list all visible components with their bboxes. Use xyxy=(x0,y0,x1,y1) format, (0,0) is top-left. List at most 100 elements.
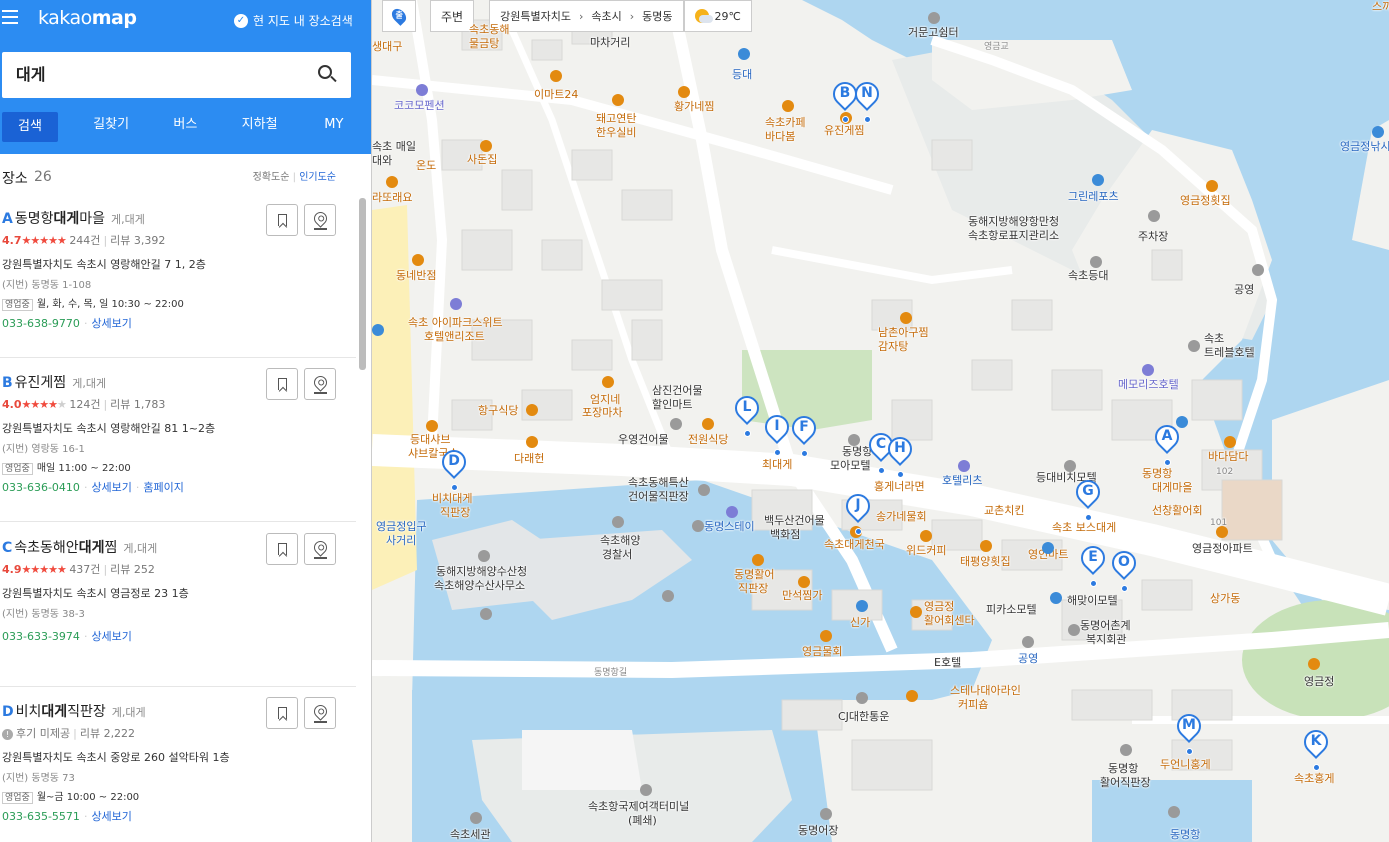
map-label[interactable]: 바다봄 xyxy=(765,130,795,144)
map-label[interactable]: 다래헌 xyxy=(514,452,544,466)
map-label[interactable]: 영금정아파트 xyxy=(1192,542,1253,556)
poi-icon[interactable] xyxy=(1252,264,1264,276)
poi-icon[interactable] xyxy=(1120,744,1132,756)
poi-icon[interactable] xyxy=(526,436,538,448)
review-label[interactable]: 리뷰 3,392 xyxy=(110,234,165,247)
poi-icon[interactable] xyxy=(958,460,970,472)
poi-icon[interactable] xyxy=(662,590,674,602)
map-label[interactable]: 사거리 xyxy=(386,534,416,548)
map-label[interactable]: 할인마트 xyxy=(652,398,692,412)
map-label[interactable]: 속초 xyxy=(1204,332,1224,346)
place-name[interactable]: D 비치대게직판장 게,대게 xyxy=(2,701,146,721)
review-count[interactable]: 244건 xyxy=(69,234,100,247)
map-label[interactable]: 만석찜가 xyxy=(782,589,822,603)
map-label[interactable]: 피카소모텔 xyxy=(986,603,1037,617)
poi-icon[interactable] xyxy=(612,94,624,106)
poi-icon[interactable] xyxy=(906,690,918,702)
crumb-dong[interactable]: 동명동 xyxy=(642,8,672,24)
homepage-link[interactable]: 홈페이지 xyxy=(143,481,183,494)
poi-icon[interactable] xyxy=(1216,526,1228,538)
poi-icon[interactable] xyxy=(470,812,482,824)
map-label[interactable]: 동명스테이 xyxy=(704,520,755,534)
map-label[interactable]: 온도 xyxy=(416,159,436,173)
map-label[interactable]: 유진게찜 xyxy=(824,124,864,138)
map-label[interactable]: 대와 xyxy=(372,154,392,168)
map-pin-k[interactable]: K xyxy=(1299,725,1333,771)
weather-widget[interactable]: 29℃ xyxy=(683,0,752,32)
poi-icon[interactable] xyxy=(856,600,868,612)
map-label[interactable]: (폐쇄) xyxy=(628,814,657,828)
result-item[interactable]: D 비치대게직판장 게,대게! 후기 미제공 | 리뷰 2,222 강원특별자치도 속초시 … xyxy=(0,687,356,842)
map-label[interactable]: 포장마차 xyxy=(582,406,622,420)
map-label[interactable]: 해맞이모텔 xyxy=(1067,594,1118,608)
map-label[interactable]: 송가네물회 xyxy=(876,510,927,524)
poi-icon[interactable] xyxy=(426,420,438,432)
map-label[interactable]: 속초동해특산 xyxy=(628,476,689,490)
map-label[interactable]: 속초카페 xyxy=(765,116,805,130)
poi-icon[interactable] xyxy=(798,576,810,588)
map-label[interactable]: 동명항 xyxy=(1170,828,1200,842)
map-label[interactable]: 백두산건어물 xyxy=(764,514,825,528)
map-pin-f[interactable]: F xyxy=(787,411,821,457)
poi-icon[interactable] xyxy=(702,418,714,430)
map-label[interactable]: 선창활어회 xyxy=(1152,504,1203,518)
map-label[interactable]: 바다담다 xyxy=(1208,450,1248,464)
map-label[interactable]: 모아모텔 xyxy=(830,459,870,473)
poi-icon[interactable] xyxy=(910,606,922,618)
map-label[interactable]: 동명항 xyxy=(1142,467,1172,481)
result-item[interactable]: C 속초동해안대게찜 게,대게 4.9★★★★★ 437건 | 리뷰 252 강원특별자치도… xyxy=(0,523,356,687)
detail-link[interactable]: 상세보기 xyxy=(91,810,131,823)
poi-icon[interactable] xyxy=(1042,542,1054,554)
map-label[interactable]: 속초동해 xyxy=(469,23,509,37)
scrollbar[interactable] xyxy=(359,198,366,370)
map-label[interactable]: 건어물직판장 xyxy=(628,490,689,504)
map-label[interactable]: 속초해양수산사무소 xyxy=(434,579,525,593)
map-pin-g[interactable]: G xyxy=(1071,475,1105,521)
map-label[interactable]: 공영 xyxy=(1234,283,1254,297)
poi-icon[interactable] xyxy=(900,312,912,324)
route-button[interactable] xyxy=(304,533,336,565)
place-name[interactable]: C 속초동해안대게찜 게,대게 xyxy=(2,537,157,557)
map-label[interactable]: CJ대한통운 xyxy=(838,710,889,724)
poi-icon[interactable] xyxy=(752,554,764,566)
result-item[interactable]: A 동명항대게마을 게,대게 4.7★★★★★ 244건 | 리뷰 3,392 강원특별자치… xyxy=(0,194,356,358)
phone-number[interactable]: 033-638-9770 xyxy=(2,317,80,330)
poi-icon[interactable] xyxy=(480,608,492,620)
poi-icon[interactable] xyxy=(782,100,794,112)
map-label[interactable]: 두언니홍게 xyxy=(1160,758,1211,772)
tab-search[interactable]: 검색 xyxy=(2,112,58,142)
poi-icon[interactable] xyxy=(1224,436,1236,448)
sort-popular[interactable]: 인기도순 xyxy=(299,172,336,183)
map-label[interactable]: 신가 xyxy=(850,616,870,630)
map-label[interactable]: 등대샤브 xyxy=(410,433,450,447)
map-label[interactable]: 속초 매일 xyxy=(372,140,416,154)
poi-icon[interactable] xyxy=(602,376,614,388)
map-label[interactable]: 속초 아이파크스위트 xyxy=(408,316,503,330)
crumb-city[interactable]: 속초시 xyxy=(591,8,621,24)
map-label[interactable]: 속초대게천국 xyxy=(824,538,885,552)
map-label[interactable]: 항구식당 xyxy=(478,404,518,418)
map-label[interactable]: 영금정 xyxy=(924,600,954,614)
map-label[interactable]: 동해지방해양항만청 xyxy=(968,215,1059,229)
map-label[interactable]: 생대구 xyxy=(372,40,402,54)
map-label[interactable]: 교촌치킨 xyxy=(984,504,1024,518)
poi-icon[interactable] xyxy=(928,12,940,24)
poi-icon[interactable] xyxy=(1064,460,1076,472)
search-icon[interactable] xyxy=(317,64,339,86)
map-label[interactable]: 속초세관 xyxy=(450,828,490,842)
map-label[interactable]: 속초항국제여객터미널 xyxy=(588,800,689,814)
poi-icon[interactable] xyxy=(980,540,992,552)
map-pin-d[interactable]: D xyxy=(437,445,471,491)
detail-link[interactable]: 상세보기 xyxy=(91,481,131,494)
map-label[interactable]: 속초등대 xyxy=(1068,269,1108,283)
map-pin-h[interactable]: H xyxy=(883,432,917,478)
map[interactable]: 출 주변 강원특별자치도 › 속초시 › 동명동 29℃ 생대구 마차거리 속초동해… xyxy=(372,0,1389,842)
map-label[interactable]: 황가네찜 xyxy=(674,100,714,114)
map-label[interactable]: 영금정낚시 xyxy=(1340,140,1389,154)
map-label[interactable]: 최대게 xyxy=(762,458,792,472)
map-pin-m[interactable]: M xyxy=(1172,709,1206,755)
map-label[interactable]: 속초 보스대게 xyxy=(1052,521,1116,535)
map-label[interactable]: 활어회센타 xyxy=(924,614,975,628)
kakaomap-logo[interactable]: kakaomap xyxy=(38,7,137,29)
map-label[interactable]: 대게마을 xyxy=(1152,481,1192,495)
